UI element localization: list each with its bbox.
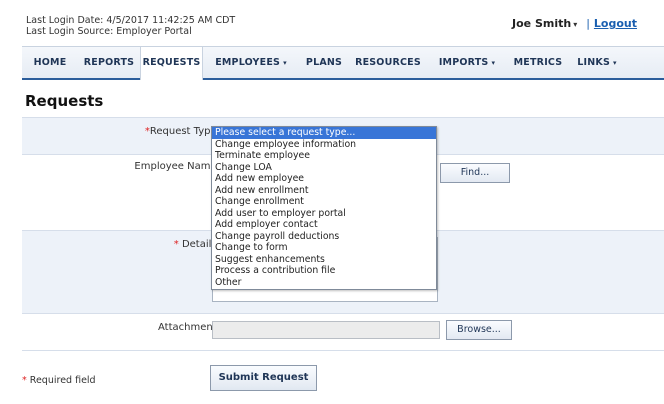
option-placeholder[interactable]: Please select a request type... <box>212 127 436 139</box>
last-login-source: Last Login Source: Employer Portal <box>26 26 192 37</box>
attachment-row: Attachment: Browse... <box>22 313 664 350</box>
last-login-date: Last Login Date: 4/5/2017 11:42:25 AM CD… <box>26 15 236 26</box>
nav-requests[interactable]: REQUESTS <box>140 47 203 80</box>
browse-button[interactable]: Browse... <box>446 320 512 340</box>
nav-home[interactable]: HOME <box>22 47 78 79</box>
required-mark: * <box>22 375 27 386</box>
chevron-down-icon: ▾ <box>613 59 617 67</box>
main-nav: HOME REPORTS REQUESTS EMPLOYEES ▾ PLANS R… <box>22 46 664 80</box>
chevron-down-icon[interactable]: ▾ <box>573 20 577 29</box>
option-add-user-to-employer-portal[interactable]: Add user to employer portal <box>212 208 436 220</box>
logout-link[interactable]: Logout <box>594 17 637 30</box>
option-change-to-form[interactable]: Change to form <box>212 242 436 254</box>
option-add-new-employee[interactable]: Add new employee <box>212 173 436 185</box>
nav-label: EMPLOYEES <box>215 57 281 68</box>
user-name[interactable]: Joe Smith <box>512 17 571 30</box>
find-button[interactable]: Find... <box>440 163 510 183</box>
nav-label: LINKS <box>577 57 611 68</box>
label-text: Request Type: <box>149 126 220 137</box>
attachment-input[interactable] <box>212 321 440 339</box>
separator: | <box>586 17 590 30</box>
nav-label: IMPORTS <box>438 57 489 68</box>
note-text: Required field <box>29 375 96 386</box>
nav-reports[interactable]: REPORTS <box>78 47 140 79</box>
page-title: Requests <box>25 92 104 110</box>
employee-name-label: Employee Name: <box>134 161 220 172</box>
request-type-label: *Request Type: <box>145 126 220 137</box>
chevron-down-icon: ▾ <box>491 59 496 67</box>
nav-imports[interactable]: IMPORTS ▾ <box>427 47 507 79</box>
option-suggest-enhancements[interactable]: Suggest enhancements <box>212 254 436 266</box>
option-terminate-employee[interactable]: Terminate employee <box>212 150 436 162</box>
login-info: Last Login Date: 4/5/2017 11:42:25 AM CD… <box>26 15 235 37</box>
nav-resources[interactable]: RESOURCES <box>349 47 427 79</box>
required-mark: * <box>173 239 179 250</box>
option-change-employee-information[interactable]: Change employee information <box>212 139 436 151</box>
nav-label: METRICS <box>513 57 563 68</box>
nav-links[interactable]: LINKS ▾ <box>569 47 625 79</box>
nav-plans[interactable]: PLANS <box>299 47 349 79</box>
user-menu[interactable]: Joe Smith ▾ <box>512 17 577 30</box>
nav-label: PLANS <box>305 57 343 68</box>
option-add-new-enrollment[interactable]: Add new enrollment <box>212 185 436 197</box>
nav-label: RESOURCES <box>355 57 421 68</box>
option-other[interactable]: Other <box>212 277 436 289</box>
option-add-employer-contact[interactable]: Add employer contact <box>212 219 436 231</box>
request-type-select[interactable]: Please select a request type... Change e… <box>211 126 437 290</box>
option-change-loa[interactable]: Change LOA <box>212 162 436 174</box>
nav-metrics[interactable]: METRICS <box>507 47 569 79</box>
submit-request-button[interactable]: Submit Request <box>210 365 317 391</box>
submit-row: Submit Request <box>22 350 664 404</box>
nav-label: REQUESTS <box>142 57 201 68</box>
option-process-contribution-file[interactable]: Process a contribution file <box>212 265 436 277</box>
option-change-payroll-deductions[interactable]: Change payroll deductions <box>212 231 436 243</box>
nav-employees[interactable]: EMPLOYEES ▾ <box>203 47 299 79</box>
nav-label: HOME <box>33 57 67 68</box>
option-change-enrollment[interactable]: Change enrollment <box>212 196 436 208</box>
chevron-down-icon: ▾ <box>283 59 287 67</box>
attachment-label: Attachment: <box>158 322 220 333</box>
user-area: Joe Smith ▾ | Logout <box>512 17 637 30</box>
required-field-note: * Required field <box>22 375 96 386</box>
nav-label: REPORTS <box>83 57 135 68</box>
